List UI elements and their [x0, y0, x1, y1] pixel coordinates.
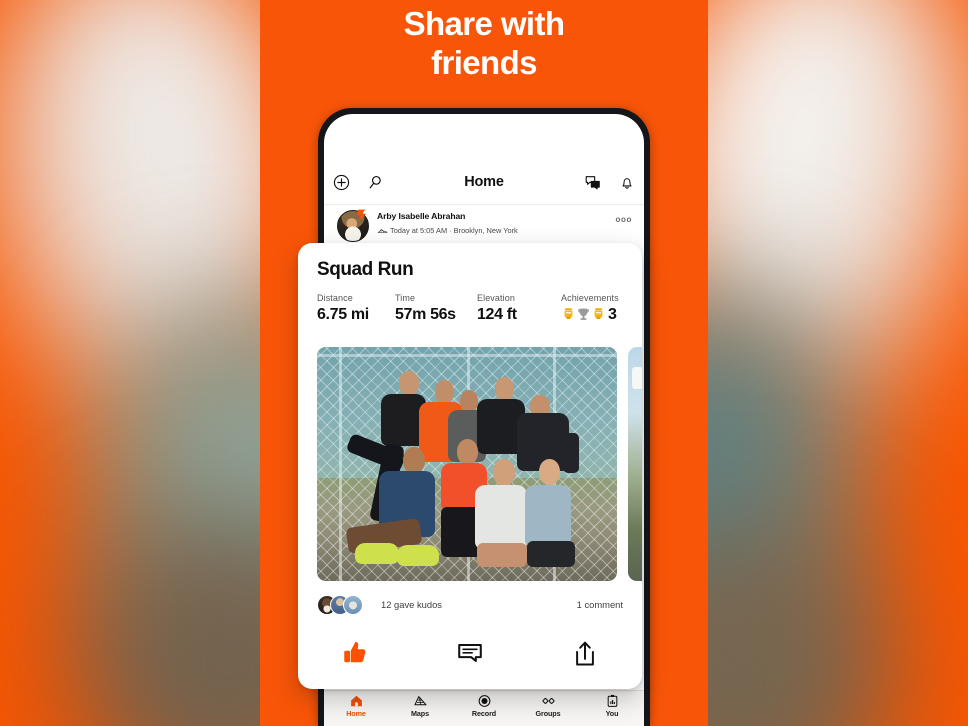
kudos-row: 12 gave kudos 1 comment — [317, 593, 623, 621]
achievements-count: 3 — [608, 306, 617, 323]
activity-actions — [298, 627, 642, 679]
stat-value-time: 57m 56s — [395, 306, 456, 323]
activity-photo[interactable] — [317, 347, 617, 581]
nav-item-record[interactable]: Record — [452, 694, 516, 718]
stat-label-time: Time — [395, 293, 416, 303]
map-icon — [413, 696, 427, 706]
stat-label-distance: Distance — [317, 293, 353, 303]
running-shoe-icon — [377, 229, 388, 233]
nav-item-home[interactable]: Home — [324, 694, 388, 718]
promo-screenshot: Share with friends Home Arby Isabelle Ab… — [0, 0, 968, 726]
athlete-name[interactable]: Arby Isabelle Abrahan — [377, 211, 465, 221]
headline-line-2: friends — [431, 44, 537, 81]
groups-icon — [541, 697, 555, 704]
gold-medal-icon — [564, 308, 573, 320]
search-icon — [369, 175, 381, 188]
stat-label-achievements: Achievements — [561, 293, 619, 303]
nav-label-you: You — [605, 709, 619, 718]
record-icon — [478, 695, 490, 707]
activity-photo-next[interactable] — [628, 347, 642, 581]
share-icon — [575, 641, 594, 665]
clipboard-icon — [607, 694, 617, 707]
fence-post — [339, 347, 342, 581]
stat-value-distance: 6.75 mi — [317, 306, 369, 323]
kudos-count-label[interactable]: 12 gave kudos — [381, 599, 442, 610]
home-icon — [350, 695, 362, 707]
nav-item-you[interactable]: You — [580, 694, 644, 718]
gold-medal-icon — [594, 308, 603, 320]
stat-distance: Distance 6.75 mi — [317, 293, 395, 324]
stat-label-elevation: Elevation — [477, 293, 515, 303]
comment-count-label[interactable]: 1 comment — [577, 599, 623, 610]
nav-item-maps[interactable]: Maps — [388, 694, 452, 718]
share-button[interactable] — [527, 640, 642, 667]
notifications-button[interactable] — [610, 174, 644, 191]
stat-time: Time 57m 56s — [395, 293, 477, 324]
silver-trophy-icon — [578, 308, 589, 320]
athlete-avatar-wrap[interactable] — [337, 209, 371, 244]
promo-headline: Share with friends — [260, 4, 708, 82]
orange-flag-icon — [357, 209, 367, 221]
nav-label-home: Home — [346, 709, 366, 718]
activity-stats: Distance 6.75 mi Time 57m 56s Elevation … — [317, 293, 627, 324]
app-header-title: Home — [464, 174, 504, 190]
messages-button[interactable] — [576, 174, 610, 191]
post-meta: Today at 5:05 AM · Brooklyn, New York — [390, 226, 518, 235]
add-button[interactable] — [324, 174, 358, 191]
kudos-button[interactable] — [298, 638, 413, 668]
search-button[interactable] — [358, 174, 392, 191]
nav-label-maps: Maps — [411, 709, 429, 718]
plus-circle-icon — [333, 174, 349, 190]
nav-label-record: Record — [471, 709, 497, 718]
achievements-row: 3 — [561, 306, 619, 324]
bottom-nav: Home Maps Record Groups You — [324, 690, 644, 726]
activity-title[interactable]: Squad Run — [317, 259, 414, 281]
headline-line-1: Share with — [403, 5, 565, 42]
nav-label-groups: Groups — [535, 709, 561, 718]
bell-icon — [622, 177, 632, 189]
thumbs-up-icon — [344, 641, 366, 663]
nav-item-groups[interactable]: Groups — [516, 694, 580, 718]
post-overflow-button[interactable]: ooo — [616, 215, 632, 224]
kudos-avatar — [343, 595, 363, 615]
stat-elevation: Elevation 124 ft — [477, 293, 561, 324]
comment-icon — [458, 644, 482, 662]
activity-photo-carousel[interactable] — [317, 347, 642, 581]
chat-bubbles-icon — [585, 175, 600, 189]
stat-achievements: Achievements 3 — [561, 293, 619, 324]
comment-button[interactable] — [413, 640, 528, 666]
app-header: Home — [324, 160, 644, 205]
activity-card: Squad Run Distance 6.75 mi Time 57m 56s … — [298, 243, 642, 689]
photo-peek-highlight — [632, 367, 642, 389]
kudos-avatars[interactable] — [317, 595, 363, 615]
stat-value-elevation: 124 ft — [477, 306, 517, 323]
